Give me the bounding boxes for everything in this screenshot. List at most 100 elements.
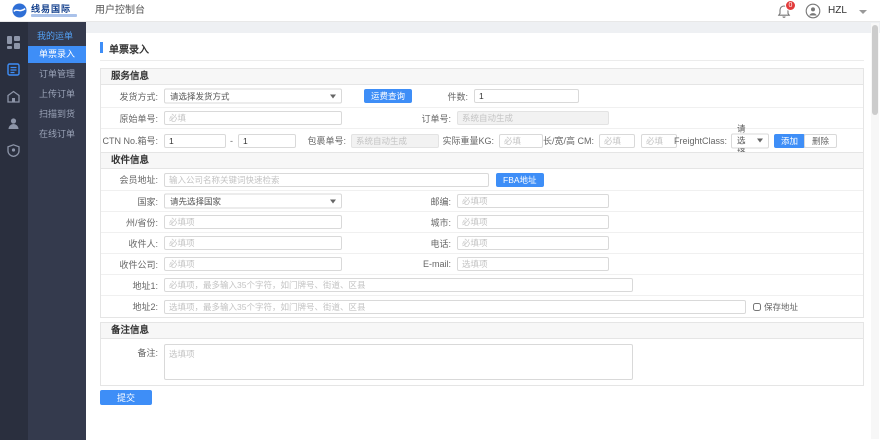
- title-accent-bar: [100, 42, 103, 53]
- select-caret-icon: [330, 94, 336, 98]
- receiver-name-label: 收件人:: [101, 233, 158, 253]
- phone-input[interactable]: [457, 236, 609, 250]
- remark-label: 备注:: [101, 339, 158, 385]
- submit-button[interactable]: 提交: [100, 390, 152, 405]
- remark-row: 备注:: [101, 339, 863, 385]
- receiver-row-country: 国家: 请先选择国家 邮编:: [101, 191, 863, 212]
- city-input[interactable]: [457, 215, 609, 229]
- weight-label: 实际重量KG:: [441, 129, 494, 152]
- scrollbar-thumb[interactable]: [872, 25, 878, 115]
- remark-info-section: 备注信息 备注:: [100, 322, 864, 386]
- sidebar-item-single-entry[interactable]: 单票录入: [28, 46, 86, 63]
- state-input[interactable]: [164, 215, 342, 229]
- sidebar-item-scan-arrival[interactable]: 扫描到货: [28, 106, 86, 123]
- ctn-to-input[interactable]: [238, 134, 296, 148]
- sidebar-icon-rail: [0, 22, 28, 440]
- package-number-label: 包裹单号:: [299, 129, 346, 152]
- top-band: [86, 22, 880, 33]
- service-info-section: 服务信息 发货方式: 请选择发货方式 运费查询 件数: 原始单号: 订单号: C…: [100, 68, 864, 153]
- fba-address-button[interactable]: FBA地址: [496, 173, 544, 187]
- dimensions-label: 长/宽/高 CM:: [541, 129, 594, 152]
- zip-label: 邮编:: [401, 191, 451, 211]
- scrollbar-track: [871, 23, 879, 439]
- remark-textarea[interactable]: [164, 344, 633, 380]
- service-row-3: CTN No.箱号: - 包裹单号: 实际重量KG: 长/宽/高 CM: Fre…: [101, 129, 863, 152]
- notification-badge: 0: [785, 0, 796, 11]
- save-address-label: 保存地址: [764, 301, 798, 313]
- dimension-input-1[interactable]: [599, 134, 635, 148]
- country-label: 国家:: [101, 191, 158, 211]
- address2-label: 地址2:: [101, 296, 158, 317]
- company-input[interactable]: [164, 257, 342, 271]
- service-row-1: 发货方式: 请选择发货方式 运费查询 件数:: [101, 85, 863, 108]
- app-root: 线易国际 用户控制台 0 HZL: [0, 0, 880, 440]
- address1-input[interactable]: [164, 278, 633, 292]
- topbar: 线易国际 用户控制台 0 HZL: [0, 0, 880, 22]
- shipping-method-label: 发货方式:: [101, 85, 158, 107]
- user-menu-caret-icon[interactable]: [859, 10, 867, 14]
- select-caret-icon: [757, 139, 763, 143]
- member-address-label: 会员地址:: [101, 169, 158, 190]
- save-address-checkbox[interactable]: [753, 303, 761, 311]
- member-address-input[interactable]: [164, 173, 489, 187]
- country-select[interactable]: 请先选择国家: [164, 194, 342, 209]
- warehouse-icon[interactable]: [7, 90, 21, 104]
- company-logo-icon: [12, 3, 27, 18]
- sidebar-item-order-management[interactable]: 订单管理: [28, 66, 86, 83]
- receiver-row-member: 会员地址: FBA地址: [101, 169, 863, 191]
- sidebar-menu: 我的运单 单票录入 订单管理 上传订单 扫描到货 在线订单: [28, 22, 86, 440]
- freight-class-select[interactable]: 请选择: [731, 133, 769, 148]
- username-label[interactable]: HZL: [828, 0, 847, 22]
- sidebar-item-upload-orders[interactable]: 上传订单: [28, 86, 86, 103]
- zip-input[interactable]: [457, 194, 609, 208]
- main-content: 单票录入 服务信息 发货方式: 请选择发货方式 运费查询 件数: 原始单号: 订…: [86, 22, 880, 440]
- address1-label: 地址1:: [101, 275, 158, 295]
- dimension-input-2[interactable]: [641, 134, 677, 148]
- add-row-button[interactable]: 添加: [774, 134, 805, 148]
- pieces-label: 件数:: [421, 85, 468, 107]
- user-avatar-icon[interactable]: [805, 3, 821, 19]
- sidebar-section-my-waybills[interactable]: 我的运单: [28, 28, 86, 44]
- ctn-number-label: CTN No.箱号:: [101, 129, 158, 152]
- receiver-row-state: 州/省份: 城市:: [101, 212, 863, 233]
- waybill-icon[interactable]: [7, 63, 21, 77]
- company-label: 收件公司:: [101, 254, 158, 274]
- phone-label: 电话:: [401, 233, 451, 253]
- address2-input[interactable]: [164, 300, 746, 314]
- shield-icon[interactable]: [7, 144, 21, 158]
- email-label: E-mail:: [401, 254, 451, 274]
- ctn-range-dash: -: [230, 129, 233, 152]
- state-label: 州/省份:: [101, 212, 158, 232]
- receiver-row-company: 收件公司: E-mail:: [101, 254, 863, 275]
- pieces-input[interactable]: [474, 89, 579, 103]
- package-number-input: [351, 134, 439, 148]
- console-title: 用户控制台: [95, 0, 145, 22]
- receiver-info-section: 收件信息 会员地址: FBA地址 国家: 请先选择国家 邮编: 州/省份: 城市…: [100, 152, 864, 318]
- logo-subtitle: [31, 14, 77, 17]
- shipping-method-select[interactable]: 请选择发货方式: [164, 89, 342, 104]
- delete-row-button[interactable]: 删除: [804, 134, 837, 148]
- receiver-name-input[interactable]: [164, 236, 342, 250]
- receiver-row-address1: 地址1:: [101, 275, 863, 296]
- dashboard-icon[interactable]: [7, 36, 21, 50]
- order-number-label: 订单号:: [401, 108, 451, 128]
- receiver-row-address2: 地址2: 保存地址: [101, 296, 863, 317]
- title-divider: [100, 60, 864, 61]
- ctn-from-input[interactable]: [164, 134, 226, 148]
- freight-query-button[interactable]: 运费查询: [364, 89, 412, 103]
- service-section-title: 服务信息: [101, 69, 863, 85]
- original-number-label: 原始单号:: [101, 108, 158, 128]
- email-input[interactable]: [457, 257, 609, 271]
- freight-class-label: FreightClass:: [679, 129, 727, 152]
- save-address-option: 保存地址: [753, 296, 798, 317]
- weight-input[interactable]: [499, 134, 543, 148]
- city-label: 城市:: [401, 212, 451, 232]
- receiver-row-name: 收件人: 电话:: [101, 233, 863, 254]
- original-number-input[interactable]: [164, 111, 342, 125]
- order-number-input: [457, 111, 609, 125]
- select-caret-icon: [330, 199, 336, 203]
- remark-section-title: 备注信息: [101, 323, 863, 339]
- receiver-section-title: 收件信息: [101, 153, 863, 169]
- user-icon[interactable]: [7, 117, 21, 131]
- sidebar-item-online-orders[interactable]: 在线订单: [28, 126, 86, 143]
